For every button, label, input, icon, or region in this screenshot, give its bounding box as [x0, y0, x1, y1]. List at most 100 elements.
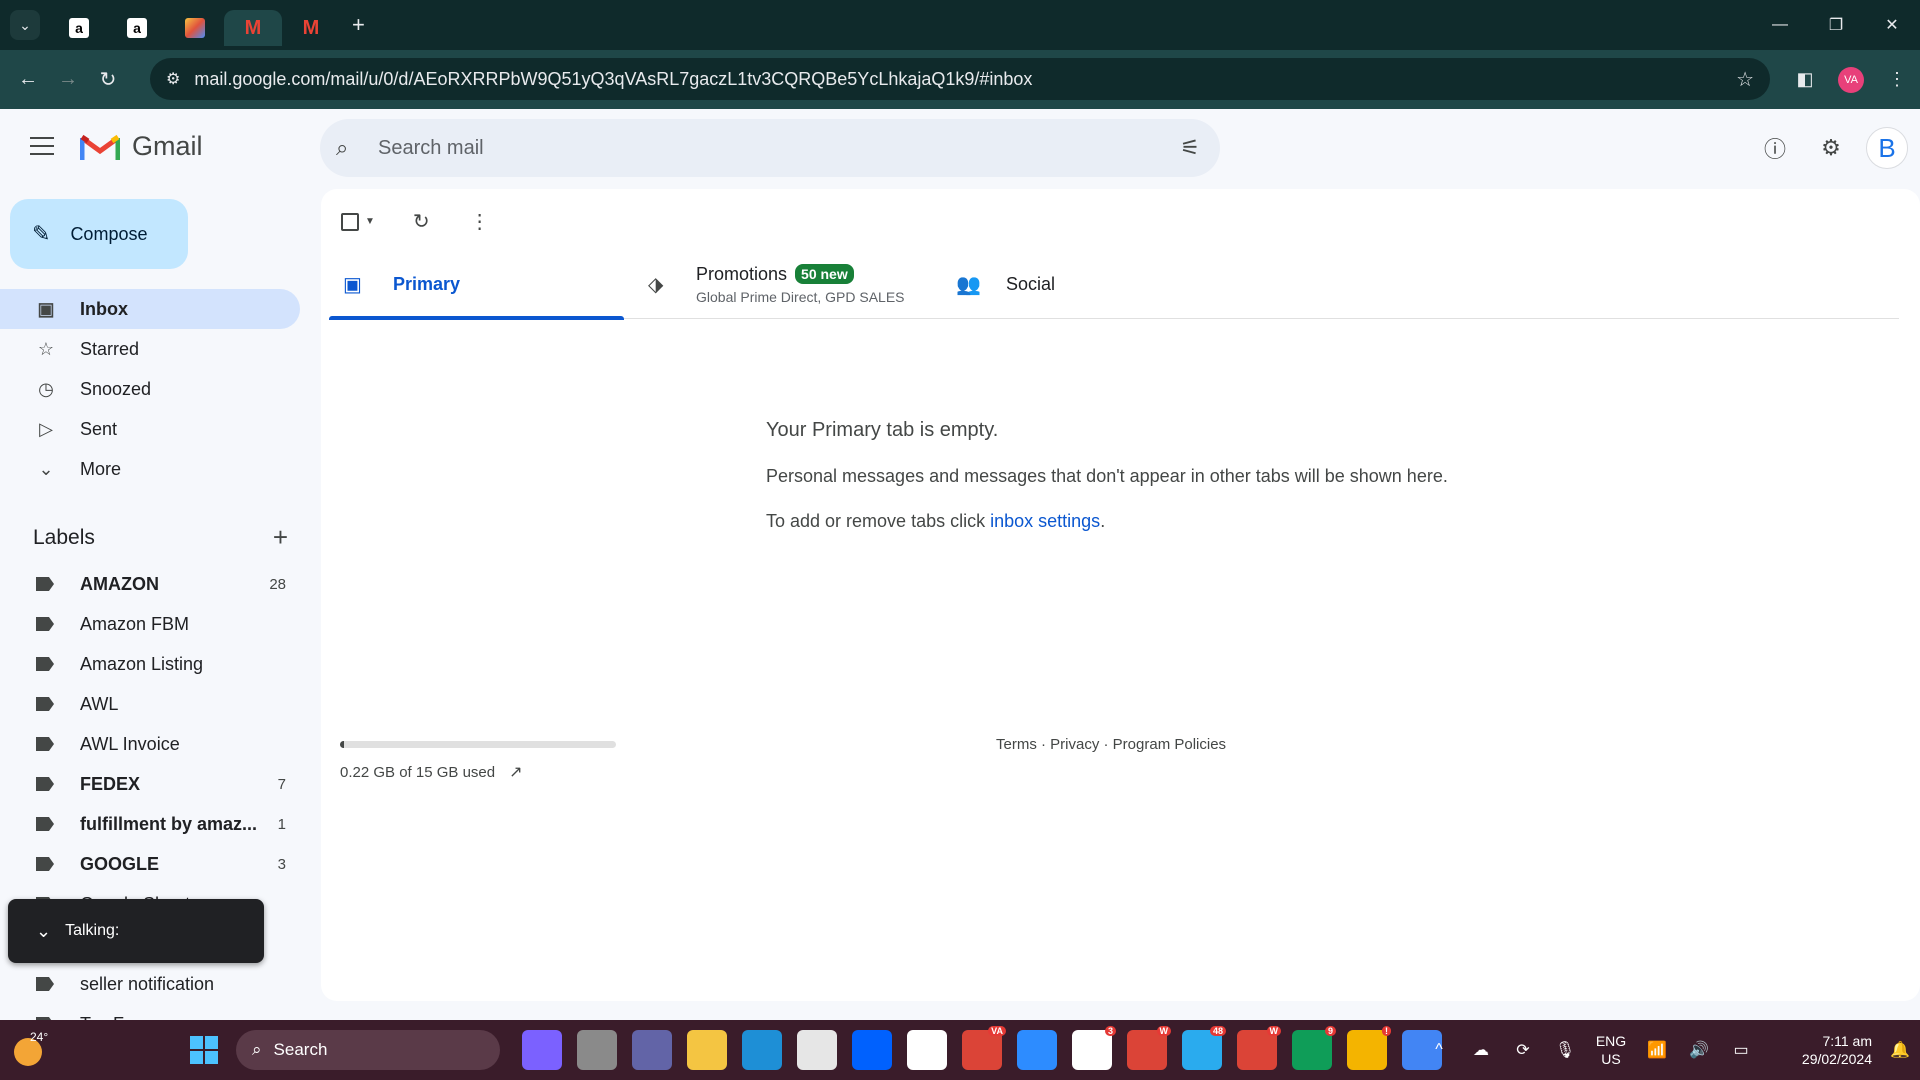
label-name: AWL — [80, 693, 119, 714]
tab-search-button[interactable]: ⌄ — [10, 10, 40, 40]
chrome-icon[interactable]: ! — [1347, 1026, 1391, 1070]
chevron-down-icon: ⌄ — [38, 458, 54, 479]
sync-icon[interactable]: ⟳ — [1502, 1040, 1544, 1060]
microphone-icon[interactable]: 🎙 — [1544, 1040, 1586, 1060]
reload-button[interactable]: ↻ — [88, 67, 128, 92]
tab-promotions[interactable]: ⬗ Promotions 50 new Global Prime Direct,… — [624, 249, 944, 319]
clock[interactable]: 7:11 am 29/02/2024 — [1762, 1032, 1872, 1068]
file-explorer-icon[interactable] — [687, 1030, 727, 1070]
sidebar-item-more[interactable]: ⌄ More — [0, 449, 300, 489]
chrome-icon[interactable]: 9 — [1292, 1026, 1336, 1070]
sidebar-item-starred[interactable]: ☆ Starred — [0, 329, 300, 369]
search-options-icon[interactable]: ⚟ — [1180, 135, 1200, 161]
sidebar-item-sent[interactable]: ▷ Sent — [0, 409, 300, 449]
taskbar-search[interactable]: ⌕ Search — [236, 1030, 500, 1070]
label-item[interactable]: seller notification — [0, 964, 300, 1004]
select-all-checkbox[interactable] — [341, 212, 359, 231]
show-hidden-icons-icon[interactable]: ^ — [1418, 1041, 1460, 1059]
help-icon[interactable]: ⓘ — [1754, 127, 1796, 169]
amazon-icon[interactable] — [907, 1030, 947, 1070]
label-unread-count: 3 — [277, 855, 286, 873]
telegram-icon[interactable]: 48 — [1182, 1026, 1226, 1070]
tab-primary[interactable]: ▣ Primary — [329, 249, 624, 320]
task-view-icon[interactable] — [577, 1030, 617, 1070]
account-avatar[interactable]: B — [1866, 127, 1908, 169]
address-bar[interactable]: ⚙ mail.google.com/mail/u/0/d/AEoRXRRPbW9… — [150, 58, 1770, 100]
browser-tab[interactable]: a — [50, 10, 108, 46]
app-badge: W — [1266, 1026, 1281, 1036]
label-item[interactable]: AWL — [0, 684, 300, 724]
back-button[interactable]: ← — [8, 68, 48, 91]
refresh-icon[interactable]: ↻ — [413, 209, 430, 234]
search-icon[interactable]: ⌕ — [336, 135, 366, 161]
external-link-icon[interactable]: ↗ — [509, 762, 522, 782]
browser-menu-icon[interactable]: ⋮ — [1874, 69, 1920, 90]
new-tab-button[interactable]: + — [352, 12, 365, 38]
empty-settings-hint: To add or remove tabs click inbox settin… — [766, 511, 1448, 532]
tab-social[interactable]: 👥 Social — [944, 249, 1244, 319]
chrome-icon[interactable]: VA — [962, 1026, 1006, 1070]
footer-links[interactable]: Terms · Privacy · Program Policies — [996, 736, 1226, 753]
label-item[interactable]: GOOGLE 3 — [0, 844, 300, 884]
label-tag-icon — [36, 577, 54, 591]
app-badge: 9 — [1324, 1026, 1336, 1036]
battery-icon[interactable]: ▭ — [1720, 1040, 1762, 1060]
label-item[interactable]: AMAZON 28 — [0, 564, 300, 604]
site-info-icon[interactable]: ⚙ — [166, 69, 180, 89]
search-bar[interactable]: ⌕ Search mail ⚟ — [320, 119, 1220, 177]
main-menu-icon[interactable] — [30, 137, 54, 155]
close-window-button[interactable]: ✕ — [1864, 0, 1920, 50]
browser-tab[interactable]: M — [224, 10, 282, 46]
talking-popup[interactable]: ⌄ Talking: — [8, 899, 264, 963]
settings-gear-icon[interactable]: ⚙ — [1810, 127, 1852, 169]
browser-tab[interactable]: M — [282, 10, 340, 46]
label-item[interactable]: Amazon Listing — [0, 644, 300, 684]
browser-tab[interactable]: a — [108, 10, 166, 46]
start-button[interactable] — [190, 1036, 218, 1064]
language-indicator[interactable]: ENG US — [1586, 1032, 1636, 1068]
more-options-icon[interactable]: ⋮ — [470, 209, 490, 234]
chrome-icon[interactable]: W — [1237, 1026, 1281, 1070]
search-icon: ⌕ — [252, 1040, 262, 1059]
gmail-logo[interactable]: Gmail — [80, 131, 203, 162]
compose-button[interactable]: ✎ Compose — [10, 199, 188, 269]
storage-usage-text: 0.22 GB of 15 GB used — [340, 763, 496, 781]
label-unread-count: 1 — [277, 815, 286, 833]
add-label-icon[interactable]: + — [273, 522, 288, 553]
forward-button[interactable]: → — [48, 68, 88, 91]
notification-bell-icon[interactable]: 🔔 — [1880, 1040, 1920, 1060]
slack-icon[interactable]: 3 — [1072, 1026, 1116, 1070]
inbox-settings-link[interactable]: inbox settings — [990, 511, 1100, 531]
select-dropdown-icon[interactable]: ▼ — [365, 216, 375, 227]
sidebar-item-snoozed[interactable]: ◷ Snoozed — [0, 369, 300, 409]
label-item[interactable]: Amazon FBM — [0, 604, 300, 644]
volume-icon[interactable]: 🔊 — [1678, 1040, 1720, 1060]
label-item[interactable]: fulfillment by amaz... 1 — [0, 804, 300, 844]
browser-tab[interactable] — [166, 10, 224, 46]
wifi-icon[interactable]: 📶 — [1636, 1040, 1678, 1060]
restore-button[interactable]: ❐ — [1808, 0, 1864, 50]
label-name: Amazon FBM — [80, 613, 190, 634]
zoom-icon[interactable] — [1017, 1030, 1057, 1070]
chrome-icon[interactable]: W — [1127, 1026, 1171, 1070]
copilot-icon[interactable] — [522, 1030, 562, 1070]
weather-widget[interactable]: 24° — [12, 1030, 48, 1066]
empty-state: Your Primary tab is empty. Personal mess… — [766, 419, 1448, 532]
chevron-down-icon[interactable]: ⌄ — [36, 921, 51, 942]
sidebar-item-label: More — [80, 458, 122, 479]
teams-chat-icon[interactable] — [632, 1030, 672, 1070]
label-item[interactable]: AWL Invoice — [0, 724, 300, 764]
profile-avatar[interactable]: VA — [1838, 66, 1864, 93]
sidebar-item-inbox[interactable]: ▣ Inbox — [0, 289, 300, 329]
onedrive-icon[interactable]: ☁ — [1460, 1040, 1502, 1060]
dropbox-icon[interactable] — [852, 1030, 892, 1070]
label-name: seller notification — [80, 973, 215, 994]
search-input[interactable]: Search mail — [378, 137, 1180, 160]
edge-icon[interactable] — [742, 1030, 782, 1070]
label-item[interactable]: FEDEX 7 — [0, 764, 300, 804]
minimize-button[interactable]: — — [1752, 0, 1808, 50]
side-panel-icon[interactable]: ◧ — [1782, 69, 1828, 90]
microsoft-store-icon[interactable] — [797, 1030, 837, 1070]
labels-title: Labels — [33, 525, 95, 549]
bookmark-star-icon[interactable]: ☆ — [1736, 67, 1754, 92]
